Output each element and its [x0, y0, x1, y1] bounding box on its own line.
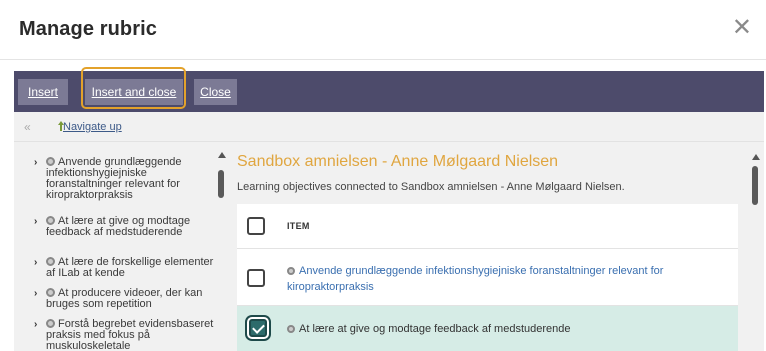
table-header: ITEM [237, 204, 738, 249]
tree-pane: › Anvende grundlæggende infektionshygiej… [14, 142, 229, 351]
objectives-scrollbar[interactable] [752, 166, 758, 205]
dialog-header: Manage rubric ✕ [0, 0, 766, 60]
objective-icon [287, 267, 295, 275]
navigation-bar: « Navigate up [14, 112, 764, 142]
objective-icon [46, 288, 55, 297]
objective-label: At lære at give og modtage feedback af m… [299, 323, 571, 335]
section-title: Sandbox amnielsen - Anne Mølgaard Nielse… [237, 153, 559, 170]
objectives-table: ITEM Anvende grundlæggende infektionshyg… [237, 204, 738, 351]
tree-item-label: Forstå begrebet evidensbaseret praksis m… [46, 318, 214, 351]
objective-icon [46, 216, 55, 225]
insert-button[interactable]: Insert [18, 79, 68, 105]
navigate-up-link[interactable]: Navigate up [63, 121, 122, 133]
objective-icon [46, 257, 55, 266]
objectives-pane: Sandbox amnielsen - Anne Mølgaard Nielse… [229, 142, 764, 351]
row-checkbox[interactable] [247, 269, 265, 287]
chevron-right-icon[interactable]: › [34, 157, 37, 168]
tree-scrollbar[interactable] [218, 170, 224, 198]
chevron-right-icon[interactable]: › [34, 319, 37, 330]
insert-and-close-button[interactable]: Insert and close [85, 79, 183, 105]
table-row: At lære at give og modtage feedback af m… [237, 306, 738, 351]
objective-icon [287, 325, 295, 333]
objective-icon [46, 157, 55, 166]
scroll-up-icon[interactable] [752, 154, 760, 160]
tree-item-label: At lære at give og modtage feedback af m… [46, 215, 191, 238]
close-icon[interactable]: ✕ [732, 16, 752, 40]
manage-rubric-dialog: Manage rubric ✕ Insert Insert and close … [0, 0, 766, 351]
scroll-up-icon[interactable] [218, 152, 226, 158]
tree-item-label: At lære de forskellige elementer af ILab… [46, 256, 214, 279]
tree-item[interactable]: › At producere videoer, der kan bruges s… [34, 287, 216, 310]
chevron-right-icon[interactable]: › [34, 216, 37, 227]
column-header-item: ITEM [287, 221, 310, 231]
tree-item-label: At producere videoer, der kan bruges som… [46, 287, 203, 310]
objective-icon [46, 319, 55, 328]
collapse-icon[interactable]: « [24, 120, 31, 134]
objective-link[interactable]: Anvende grundlæggende infektionshygiejni… [287, 263, 732, 295]
dialog-title: Manage rubric [19, 18, 157, 40]
table-row: Anvende grundlæggende infektionshygiejni… [237, 249, 738, 306]
objective-text: At lære at give og modtage feedback af m… [287, 323, 571, 335]
row-checkbox-checked[interactable] [249, 319, 267, 337]
chevron-right-icon[interactable]: › [34, 257, 37, 268]
close-button[interactable]: Close [194, 79, 237, 105]
tree-item[interactable]: › At lære de forskellige elementer af IL… [34, 256, 216, 279]
toolbar: Insert Insert and close Close [14, 71, 764, 112]
tree-item[interactable]: › At lære at give og modtage feedback af… [34, 215, 216, 238]
section-description: Learning objectives connected to Sandbox… [237, 181, 625, 193]
objective-label: Anvende grundlæggende infektionshygiejni… [287, 265, 664, 293]
tree-item[interactable]: › Anvende grundlæggende infektionshygiej… [34, 156, 216, 201]
select-all-checkbox[interactable] [247, 217, 265, 235]
tree-item[interactable]: › Forstå begrebet evidensbaseret praksis… [34, 318, 216, 351]
tree-item-label: Anvende grundlæggende infektionshygiejni… [46, 156, 182, 201]
chevron-right-icon[interactable]: › [34, 288, 37, 299]
